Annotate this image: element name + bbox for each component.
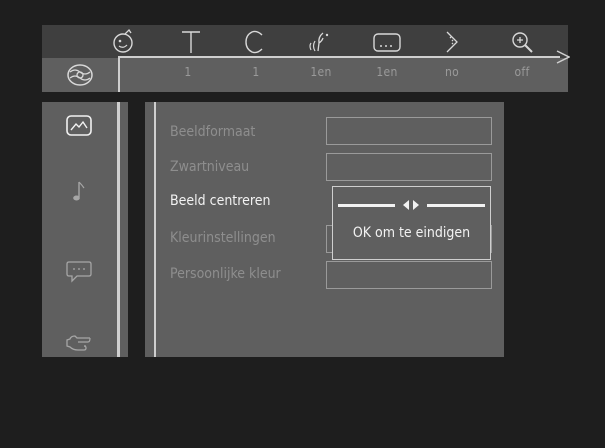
option-beeldformaat[interactable]: Beeldformaat [170, 122, 255, 142]
option-kleurinstellingen[interactable]: Kleurinstellingen [170, 228, 276, 248]
subtitle-menu-icon[interactable] [64, 256, 94, 284]
title-icon[interactable] [108, 29, 138, 55]
angle-icon[interactable] [436, 29, 466, 55]
track-icon[interactable] [176, 29, 206, 55]
slider-track-left [338, 204, 395, 207]
exit-hand-icon[interactable] [64, 328, 94, 356]
value-box-beeldformaat[interactable] [326, 117, 492, 145]
subtitle-value: 1en [376, 65, 398, 79]
top-bar-divider [118, 56, 120, 92]
side-menu-divider [117, 102, 120, 357]
disc-cell [42, 58, 118, 92]
option-persoonlijke-kleur[interactable]: Persoonlijke kleur [170, 264, 281, 284]
zoom-value: off [514, 65, 530, 79]
timeline-line [120, 56, 560, 58]
picture-shift-popup: OK om te eindigen [332, 186, 491, 260]
option-beeld-centreren[interactable]: Beeld centreren [170, 191, 270, 211]
timeline-arrow-icon [556, 50, 570, 64]
option-zwartniveau[interactable]: Zwartniveau [170, 157, 249, 177]
angle-value: no [444, 65, 460, 79]
panel-divider [154, 102, 156, 357]
picture-settings-panel: Beeldformaat Zwartniveau Beeld centreren… [145, 102, 504, 357]
zoom-icon[interactable] [508, 29, 538, 55]
side-menu [42, 102, 128, 357]
value-box-zwartniveau[interactable] [326, 153, 492, 181]
title-value: 1 [184, 65, 192, 79]
popup-hint: OK om te eindigen [352, 225, 471, 241]
slider-track-right [427, 204, 485, 207]
top-info-bar: 1 1 1en 1en no off [42, 25, 570, 92]
picture-icon[interactable] [64, 112, 94, 140]
disc-icon [67, 64, 93, 86]
track-value: 1 [252, 65, 260, 79]
subtitle-icon[interactable] [372, 29, 402, 55]
audio-icon[interactable] [306, 29, 336, 55]
value-box-persoonlijke-kleur[interactable] [326, 261, 492, 289]
audio-value: 1en [310, 65, 332, 79]
left-right-arrows-icon[interactable] [400, 197, 422, 213]
audio-note-icon[interactable] [64, 178, 94, 206]
chapter-icon[interactable] [240, 29, 270, 55]
